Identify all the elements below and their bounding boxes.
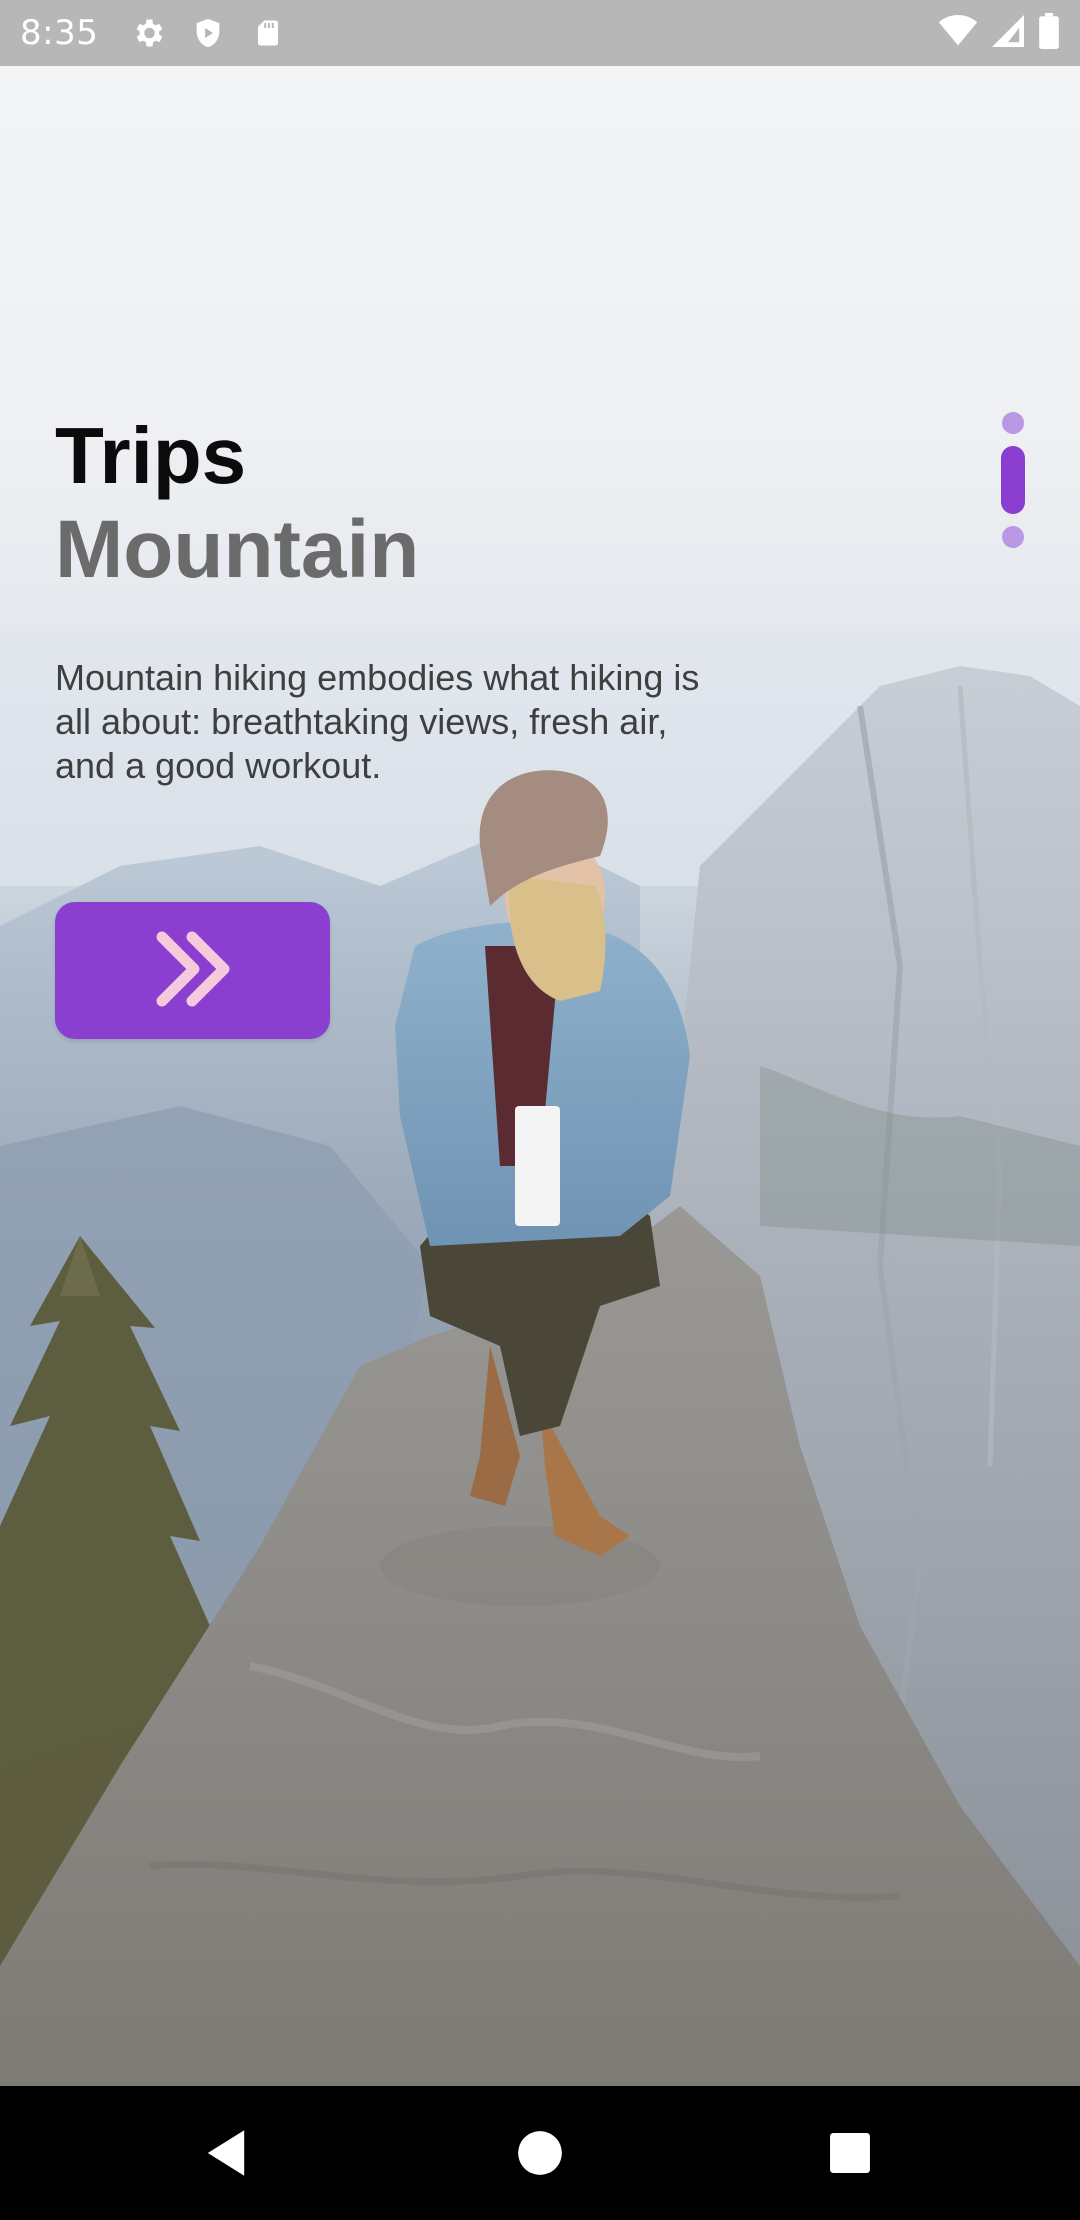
mountain-scene-image [0,626,1080,2086]
status-bar: 8:35 [0,0,1080,66]
page-indicator [1001,412,1025,548]
back-button[interactable] [146,2086,306,2220]
page-subtitle: Mountain [55,504,420,595]
description-text: Mountain hiking embodies what hiking is … [55,657,700,786]
recents-button[interactable] [770,2086,930,2220]
page-dot-active[interactable] [1001,446,1025,514]
wifi-icon [938,14,978,52]
next-button[interactable] [55,902,330,1039]
status-time: 8:35 [20,13,99,53]
recents-icon [830,2133,870,2173]
page-title: Trips [55,411,247,500]
shield-icon [188,13,228,53]
back-icon [207,2130,245,2176]
navigation-bar [0,2086,1080,2220]
page-dot[interactable] [1002,412,1024,434]
intro-content: Trips Mountain Mountain hiking embodies … [55,410,755,788]
home-icon [518,2131,562,2175]
home-button[interactable] [460,2086,620,2220]
signal-icon [992,14,1024,52]
status-right-icons [938,12,1060,54]
battery-icon [1038,12,1060,54]
sd-card-icon [248,13,288,53]
double-chevron-right-icon [148,931,238,1010]
hero-background [0,66,1080,2086]
settings-icon [128,13,168,53]
page-dot[interactable] [1002,526,1024,548]
